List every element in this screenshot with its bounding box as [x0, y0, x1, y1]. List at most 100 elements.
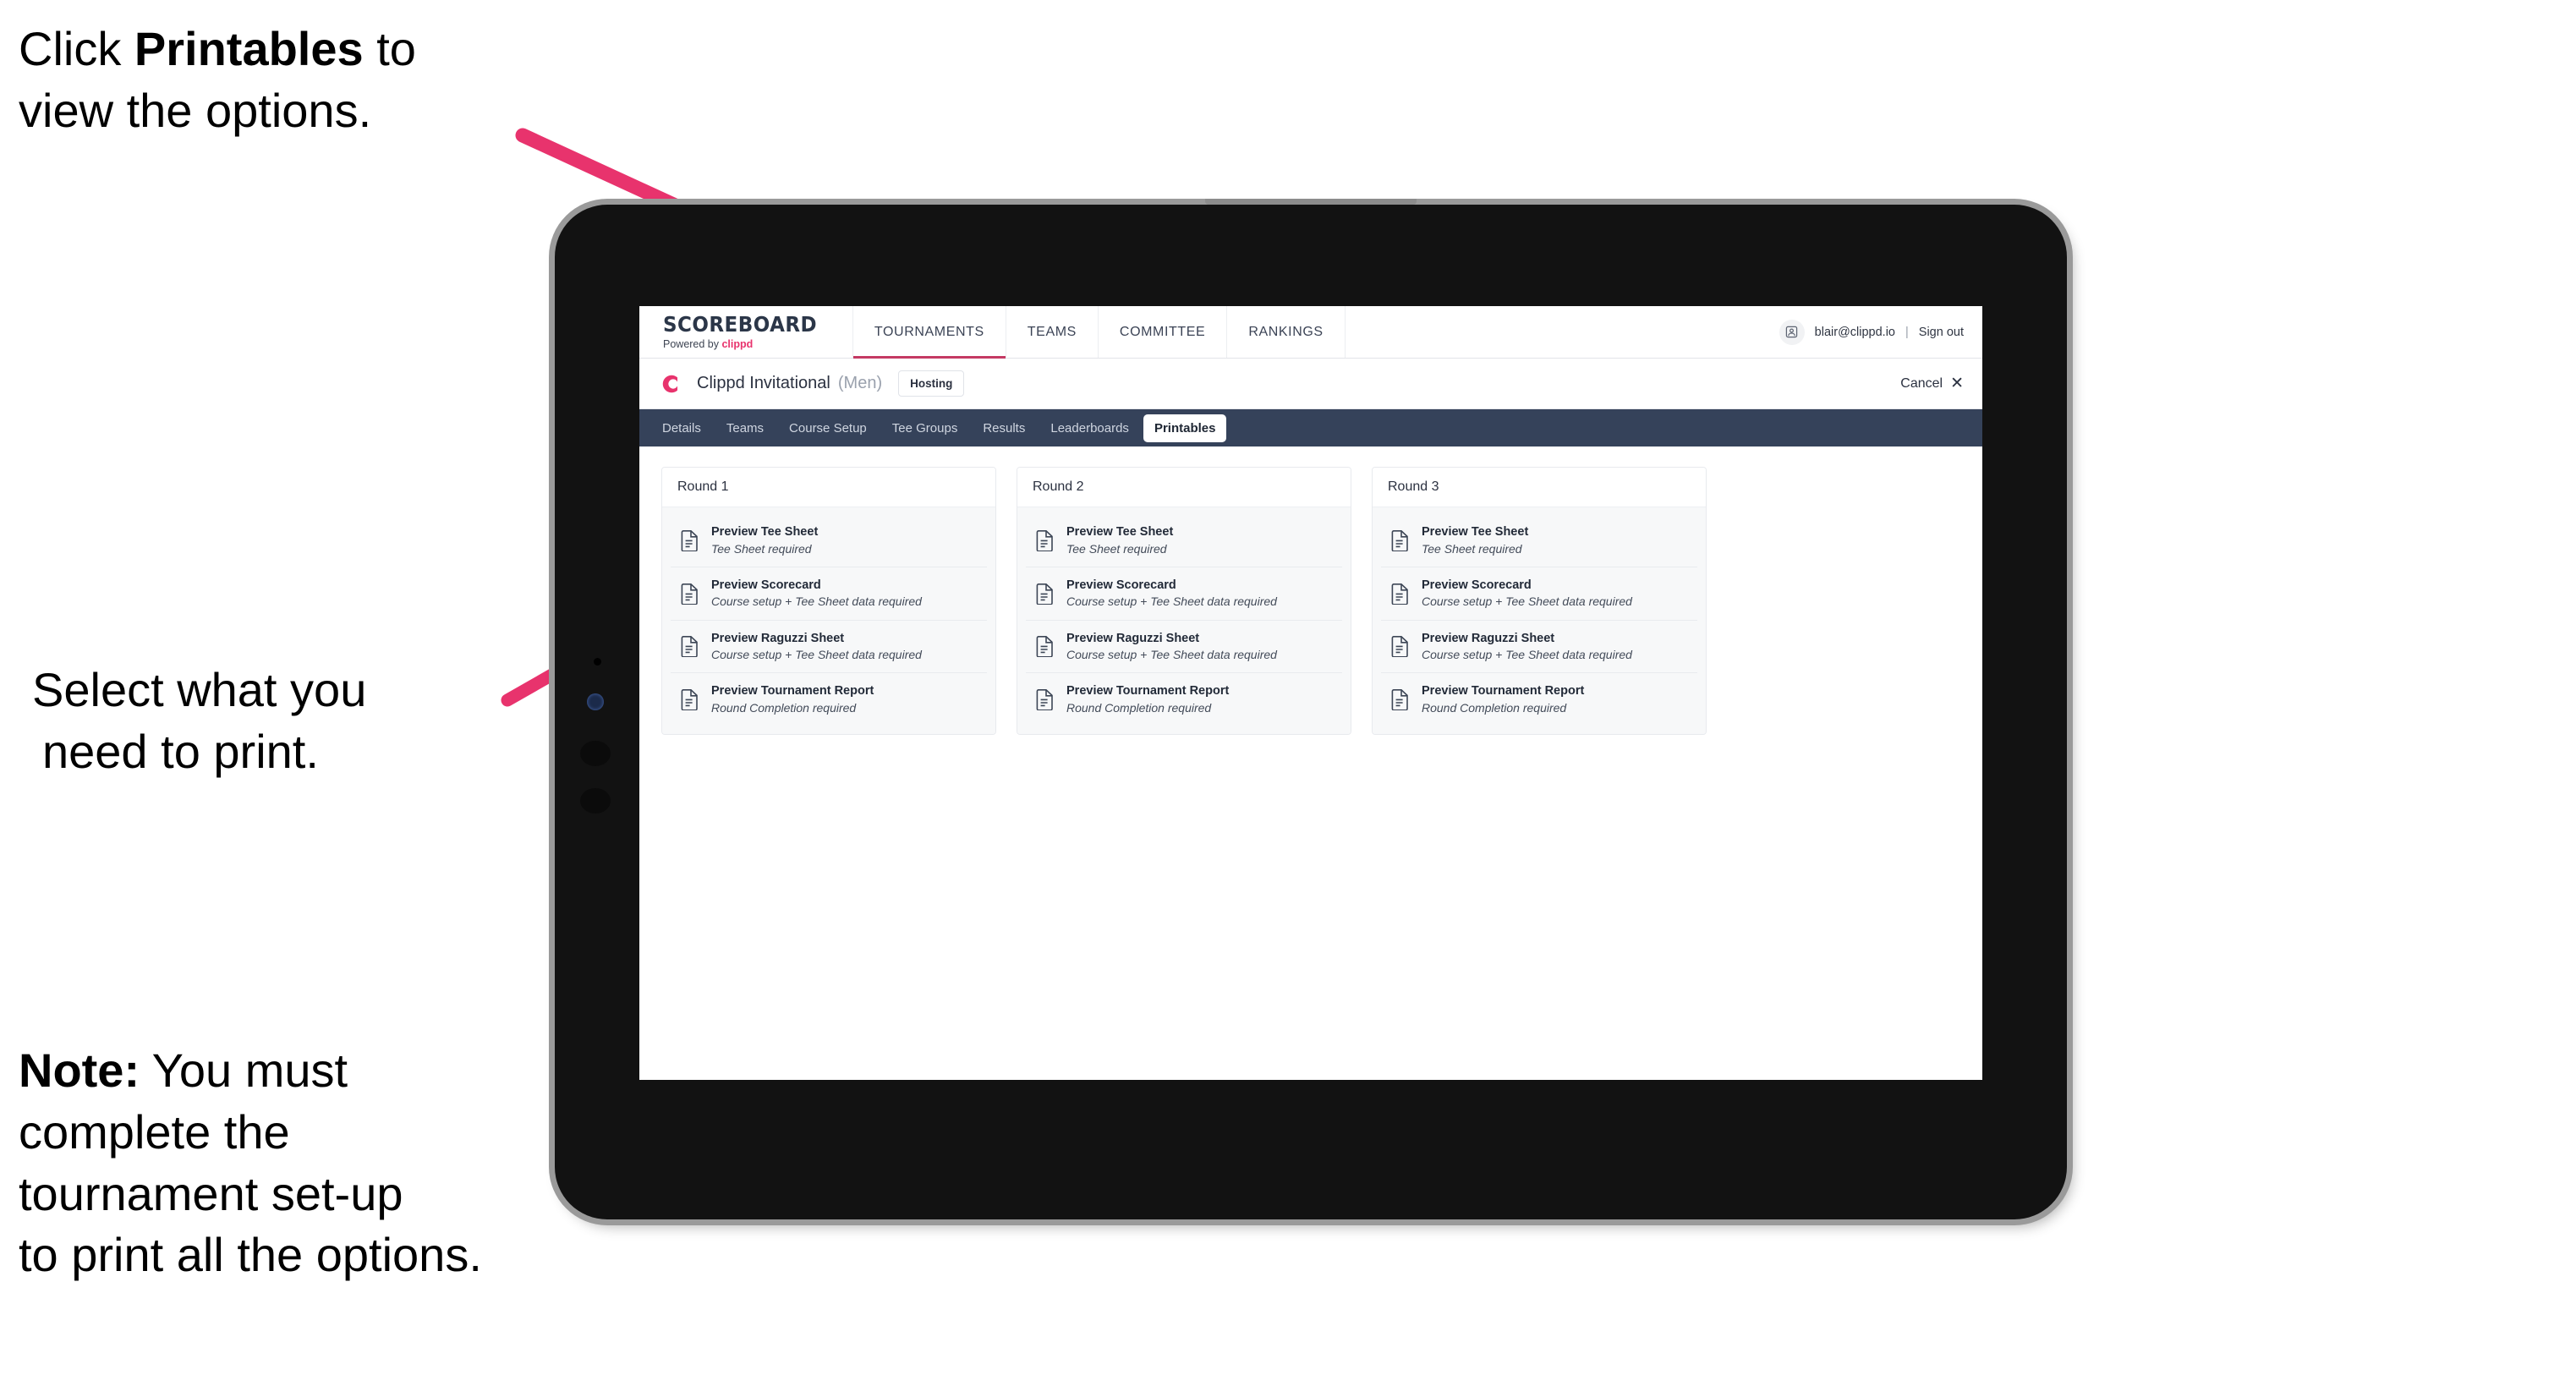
list-item[interactable]: Preview Tee Sheet Tee Sheet required	[1026, 514, 1342, 567]
list-item[interactable]: Preview Tournament Report Round Completi…	[671, 673, 987, 726]
sign-out-link[interactable]: Sign out	[1919, 326, 1964, 339]
nav-item-rankings[interactable]: RANKINGS	[1227, 306, 1346, 358]
brand-logo[interactable]: SCOREBOARD Powered by clippd	[639, 306, 853, 358]
tab-leaderboards-label: Leaderboards	[1050, 420, 1129, 436]
round-card-2: Round 2 Preview Tee Sheet Tee Sheet requ…	[1017, 467, 1351, 736]
list-item-subtitle: Course setup + Tee Sheet data required	[1422, 594, 1632, 609]
document-icon	[681, 635, 699, 659]
list-item-subtitle: Tee Sheet required	[1422, 541, 1522, 556]
tab-results[interactable]: Results	[972, 414, 1036, 442]
list-item-title: Preview Tournament Report	[711, 684, 874, 698]
clippd-logo-icon	[658, 371, 683, 397]
tablet-camera-icon	[587, 693, 604, 710]
list-item-text: Preview Tournament Report Round Completi…	[1066, 684, 1229, 715]
annotation-mid-line1: Select what you	[32, 663, 367, 716]
tab-printables-label: Printables	[1154, 420, 1216, 436]
list-item-subtitle: Tee Sheet required	[1066, 541, 1167, 556]
tab-course-setup[interactable]: Course Setup	[778, 414, 878, 442]
tab-details-label: Details	[662, 420, 701, 436]
list-item-subtitle: Course setup + Tee Sheet data required	[1422, 648, 1632, 662]
list-item-subtitle: Round Completion required	[1066, 700, 1212, 715]
brand-tagline: Powered by clippd	[663, 339, 830, 350]
document-icon	[1391, 635, 1410, 659]
rounds-grid: Round 1 Preview Tee Sheet Tee Sheet requ…	[661, 467, 1960, 736]
cancel-button[interactable]: Cancel ✕	[1900, 375, 1964, 392]
list-item-text: Preview Tee Sheet Tee Sheet required	[1422, 525, 1528, 556]
document-icon	[1036, 583, 1055, 605]
document-icon	[1391, 529, 1410, 552]
list-item[interactable]: Preview Scorecard Course setup + Tee She…	[1381, 567, 1697, 621]
tablet-device: SCOREBOARD Powered by clippd TOURNAMENTS…	[555, 199, 2067, 1219]
nav-item-rankings-label: RANKINGS	[1248, 324, 1324, 339]
list-item[interactable]: Preview Tournament Report Round Completi…	[1381, 673, 1697, 726]
tab-teams[interactable]: Teams	[715, 414, 775, 442]
cancel-button-label: Cancel	[1900, 375, 1943, 391]
list-item[interactable]: Preview Tee Sheet Tee Sheet required	[1381, 514, 1697, 567]
brand-tagline-prefix: Powered by	[663, 338, 722, 351]
list-item-text: Preview Scorecard Course setup + Tee She…	[1066, 578, 1277, 609]
list-item-subtitle: Course setup + Tee Sheet data required	[711, 594, 922, 609]
page-root: Click Printables to view the options. Se…	[0, 0, 2576, 1386]
tab-leaderboards[interactable]: Leaderboards	[1039, 414, 1140, 442]
annotation-top-line2: view the options.	[19, 83, 372, 137]
round-card-3: Round 3 Preview Tee Sheet Tee Sheet requ…	[1372, 467, 1707, 736]
round-3-heading: Round 3	[1373, 468, 1706, 507]
printables-content: Round 1 Preview Tee Sheet Tee Sheet requ…	[639, 446, 1982, 1080]
tablet-sensor-dot-icon	[594, 658, 601, 666]
primary-nav: TOURNAMENTS TEAMS COMMITTEE RANKINGS	[852, 306, 1346, 359]
list-item-subtitle: Round Completion required	[1422, 700, 1567, 715]
tab-tee-groups-label: Tee Groups	[891, 420, 958, 436]
user-avatar-icon[interactable]	[1779, 319, 1805, 345]
list-item-subtitle: Round Completion required	[711, 700, 857, 715]
status-badge-hosting: Hosting	[898, 370, 965, 397]
list-item-subtitle: Course setup + Tee Sheet data required	[1066, 648, 1277, 662]
list-item-text: Preview Raguzzi Sheet Course setup + Tee…	[1066, 632, 1277, 662]
brand-name: SCOREBOARD	[663, 312, 818, 337]
list-item-text: Preview Raguzzi Sheet Course setup + Tee…	[1422, 632, 1632, 662]
annotation-select-what-to-print: Select what you need to print.	[32, 660, 540, 783]
list-item-title: Preview Scorecard	[711, 578, 821, 592]
nav-item-committee[interactable]: COMMITTEE	[1099, 306, 1228, 358]
nav-item-tournaments[interactable]: TOURNAMENTS	[852, 306, 1006, 359]
list-item[interactable]: Preview Raguzzi Sheet Course setup + Tee…	[671, 620, 987, 674]
list-item[interactable]: Preview Tee Sheet Tee Sheet required	[671, 514, 987, 567]
round-3-items: Preview Tee Sheet Tee Sheet required Pre…	[1373, 507, 1706, 735]
list-item-subtitle: Course setup + Tee Sheet data required	[1066, 594, 1277, 609]
document-icon	[1036, 688, 1055, 711]
annotation-mid-line2: need to print.	[42, 724, 319, 778]
document-icon	[681, 688, 699, 711]
tab-tee-groups[interactable]: Tee Groups	[881, 414, 969, 442]
document-icon	[1036, 635, 1055, 659]
list-item[interactable]: Preview Scorecard Course setup + Tee She…	[671, 567, 987, 621]
tab-details[interactable]: Details	[651, 414, 712, 442]
tablet-volume-up-button[interactable]	[580, 741, 611, 766]
tournament-header: Clippd Invitational (Men) Hosting Cancel…	[639, 359, 1982, 409]
list-item-subtitle: Tee Sheet required	[711, 541, 812, 556]
brand-tagline-clippd: clippd	[721, 338, 754, 351]
tablet-top-notch	[1205, 199, 1417, 205]
round-2-heading: Round 2	[1017, 468, 1351, 507]
list-item-title: Preview Raguzzi Sheet	[1422, 631, 1555, 645]
list-item-text: Preview Scorecard Course setup + Tee She…	[1422, 578, 1632, 609]
nav-item-teams[interactable]: TEAMS	[1006, 306, 1099, 358]
annotation-note-line1-rest: You must	[140, 1044, 348, 1097]
list-item[interactable]: Preview Raguzzi Sheet Course setup + Tee…	[1381, 620, 1697, 674]
annotation-top-line1: Click Printables to	[19, 19, 560, 80]
tablet-volume-down-button[interactable]	[580, 788, 611, 814]
list-item-title: Preview Scorecard	[1422, 578, 1532, 592]
tab-course-setup-label: Course Setup	[789, 420, 867, 436]
list-item[interactable]: Preview Raguzzi Sheet Course setup + Tee…	[1026, 620, 1342, 674]
list-item-text: Preview Tee Sheet Tee Sheet required	[711, 525, 818, 556]
list-item-title: Preview Tournament Report	[1422, 684, 1585, 698]
list-item-title: Preview Tee Sheet	[1066, 525, 1174, 539]
list-item-text: Preview Tournament Report Round Completi…	[1422, 684, 1584, 715]
section-tabs: Details Teams Course Setup Tee Groups Re…	[639, 409, 1982, 446]
list-item[interactable]: Preview Scorecard Course setup + Tee She…	[1026, 567, 1342, 621]
annotation-top-pre: Click	[19, 22, 134, 75]
list-item[interactable]: Preview Tournament Report Round Completi…	[1026, 673, 1342, 726]
list-item-title: Preview Raguzzi Sheet	[711, 631, 845, 645]
document-icon	[1036, 529, 1055, 552]
list-item-text: Preview Tee Sheet Tee Sheet required	[1066, 525, 1173, 556]
annotation-top-bold: Printables	[134, 22, 364, 75]
tab-printables[interactable]: Printables	[1143, 414, 1227, 442]
